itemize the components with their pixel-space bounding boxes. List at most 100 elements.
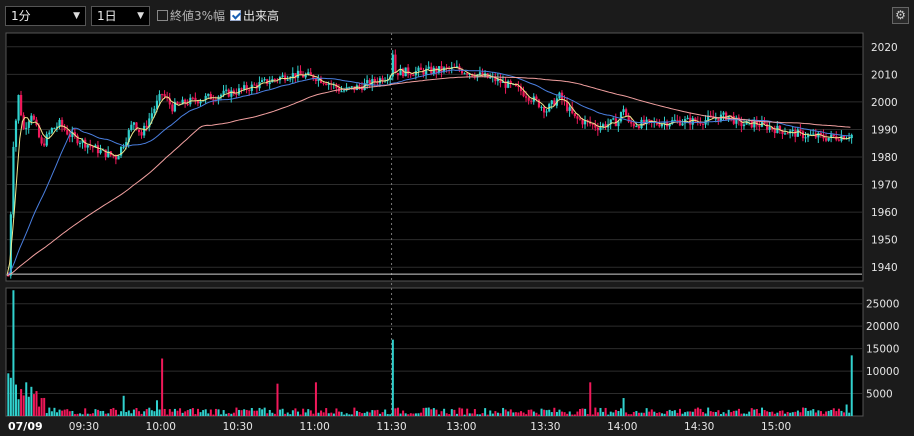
time-tick-label: 10:00 — [146, 421, 176, 433]
candle-body — [566, 101, 569, 111]
volume-bar — [258, 407, 261, 416]
candle-body — [637, 126, 641, 129]
candle-body — [640, 119, 643, 129]
volume-bar — [199, 412, 202, 416]
volume-bar — [222, 410, 225, 416]
candle-body — [540, 106, 543, 108]
volume-bar — [361, 413, 364, 416]
volume-bar — [320, 410, 323, 416]
volume-bar — [481, 413, 484, 416]
interval-select[interactable]: 1分 ▼ — [5, 6, 86, 26]
volume-bar — [263, 407, 266, 416]
volume-bar — [653, 411, 656, 416]
close-line-checkbox[interactable]: 終値3%幅 — [157, 8, 225, 24]
volume-bar — [509, 409, 512, 416]
candle-body — [812, 133, 815, 135]
volume-bar — [217, 409, 220, 416]
volume-bar — [819, 411, 822, 416]
volume-bar — [58, 409, 61, 416]
volume-bar — [630, 414, 633, 416]
candle-body — [191, 97, 194, 99]
candle-body — [96, 145, 100, 154]
volume-bar — [325, 408, 328, 416]
price-tick-label: 2000 — [871, 97, 898, 109]
volume-bar — [468, 413, 471, 416]
candle-body — [419, 67, 423, 70]
volume-bar — [766, 411, 769, 416]
candle-body — [261, 80, 264, 83]
candle-body — [791, 130, 794, 132]
volume-bar — [484, 408, 487, 416]
volume-bar — [220, 414, 223, 416]
volume-plot-area — [5, 287, 864, 417]
settings-button[interactable]: ⚙ — [892, 7, 909, 24]
candle-body — [837, 139, 841, 141]
volume-bar — [535, 412, 538, 416]
candle-body — [407, 67, 410, 75]
volume-bar — [466, 408, 469, 416]
candle-body — [53, 128, 56, 130]
volume-bar — [773, 413, 776, 416]
volume-bar — [204, 409, 207, 416]
candle-body — [409, 74, 412, 76]
candle-body — [50, 128, 53, 133]
volume-bar — [363, 412, 366, 416]
candle-body — [176, 102, 179, 105]
volume-bar — [81, 414, 84, 416]
volume-bar — [722, 412, 725, 416]
volume-bar — [330, 412, 333, 416]
volume-checkbox[interactable]: 出来高 — [230, 8, 279, 24]
volume-bar — [440, 411, 443, 416]
volume-bar — [404, 413, 407, 416]
volume-bar — [791, 412, 794, 416]
candle-body — [45, 134, 48, 146]
candle-body — [132, 122, 136, 125]
volume-bar — [227, 413, 230, 416]
volume-bar — [691, 411, 694, 416]
candle-body — [673, 119, 676, 121]
period-select[interactable]: 1日 ▼ — [91, 6, 150, 26]
volume-bar — [594, 407, 597, 416]
volume-bar — [458, 407, 461, 416]
volume-bar — [812, 409, 815, 416]
volume-bar — [266, 413, 269, 416]
volume-bar — [135, 407, 138, 416]
volume-bar — [681, 413, 684, 416]
candle-body — [543, 106, 546, 113]
volume-bar — [809, 410, 812, 416]
volume-bar — [294, 408, 297, 416]
volume-bar — [658, 412, 661, 416]
volume-bar — [553, 407, 556, 416]
volume-bar — [307, 409, 310, 416]
volume-bar — [673, 410, 676, 416]
volume-bar — [476, 414, 479, 416]
volume-bar — [689, 411, 692, 416]
volume-bar — [473, 409, 476, 416]
volume-bar — [338, 411, 341, 416]
candle-body — [253, 84, 256, 86]
volume-bar — [214, 408, 217, 416]
candle-body — [343, 90, 346, 92]
volume-bar — [48, 407, 51, 416]
volume-bar — [148, 407, 151, 416]
volume-bar — [461, 408, 464, 416]
volume-bar — [499, 413, 502, 416]
volume-bar — [555, 411, 558, 416]
candle-body — [150, 113, 153, 119]
volume-bar — [68, 411, 71, 416]
volume-bar — [304, 412, 307, 416]
volume-bar — [7, 373, 10, 416]
volume-bar — [99, 411, 102, 416]
volume-bar — [427, 407, 430, 416]
candle-body — [578, 118, 582, 120]
candle-body — [340, 91, 343, 93]
volume-bar — [494, 411, 497, 416]
candle-body — [248, 89, 251, 91]
volume-bar — [20, 389, 23, 416]
volume-bar — [520, 411, 523, 416]
volume-bar — [104, 413, 107, 416]
volume-bar — [371, 410, 374, 416]
candle-body — [722, 112, 725, 115]
candle-body — [658, 124, 661, 127]
volume-bar — [443, 408, 446, 416]
